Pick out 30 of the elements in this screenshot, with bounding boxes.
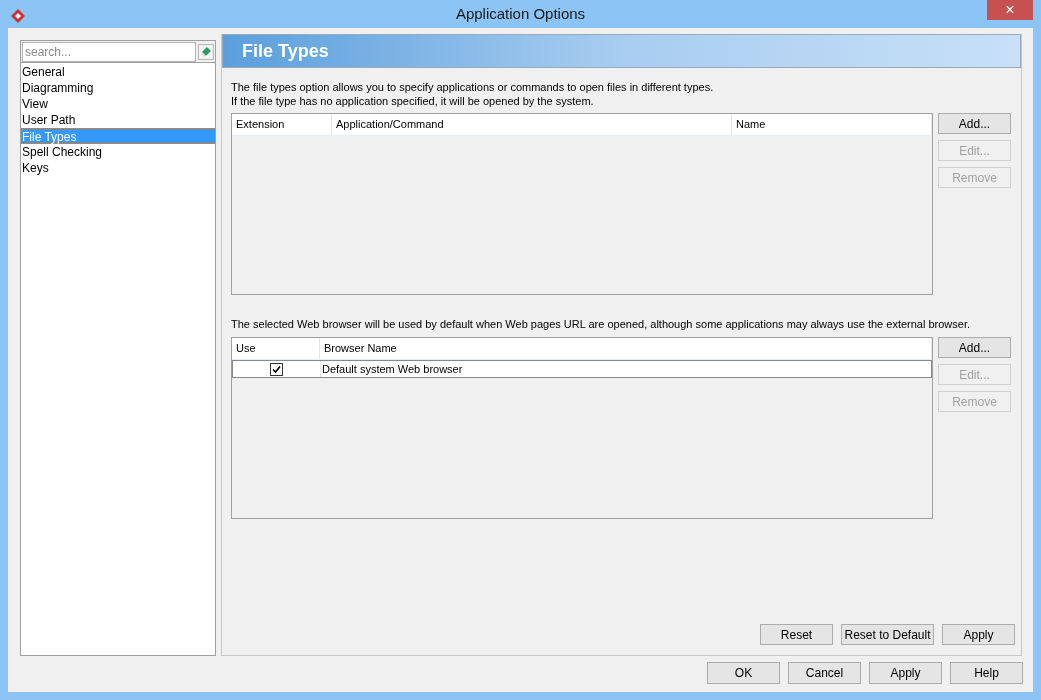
dialog-button[interactable]: Help: [950, 662, 1023, 684]
push-button[interactable]: Add...: [938, 337, 1011, 358]
page-heading: File Types: [242, 39, 329, 63]
table-cell-text: Default system Web browser: [321, 361, 464, 377]
sidebar-item[interactable]: View: [21, 96, 215, 112]
description-text: The file types option allows you to specify applications or commands to open files in different types.: [231, 80, 715, 94]
sidebar-item[interactable]: Spell Checking: [21, 144, 215, 160]
dialog-button[interactable]: Cancel: [788, 662, 861, 684]
column-header[interactable]: Extension: [232, 114, 332, 135]
close-button[interactable]: ×: [987, 0, 1033, 20]
push-button[interactable]: Reset to Default: [841, 624, 934, 645]
sidebar-item[interactable]: Keys: [21, 160, 215, 176]
column-header[interactable]: Use: [232, 338, 320, 359]
dialog-button[interactable]: Apply: [869, 662, 942, 684]
column-header[interactable]: Browser Name: [320, 338, 932, 359]
app-logo-icon: [10, 8, 26, 24]
window-title: Application Options: [455, 3, 586, 24]
search-field[interactable]: search...: [22, 42, 197, 62]
description-text: If the file type has no application specified, it will be opened by the system.: [231, 94, 595, 108]
sidebar-item[interactable]: Diagramming: [21, 80, 215, 96]
column-header[interactable]: Name: [732, 114, 932, 135]
push-button[interactable]: Add...: [938, 113, 1011, 134]
browser-note: The selected Web browser will be used by default when Web pages URL are opened, although some applications may always use the external browser.: [231, 317, 972, 331]
sidebar-item[interactable]: User Path: [21, 112, 215, 128]
checkbox[interactable]: [270, 362, 283, 376]
push-button[interactable]: Apply: [942, 624, 1015, 645]
column-header[interactable]: Application/Command: [332, 114, 732, 135]
dialog-button[interactable]: OK: [707, 662, 780, 684]
sidebar-item[interactable]: General: [21, 64, 215, 80]
push-button[interactable]: Reset: [760, 624, 833, 645]
